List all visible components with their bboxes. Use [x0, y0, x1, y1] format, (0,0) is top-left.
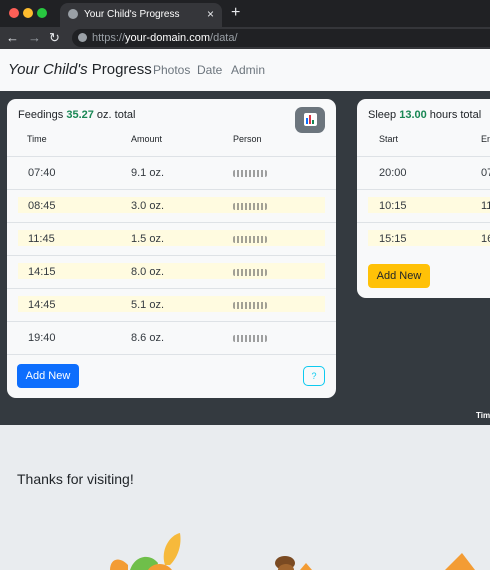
- url-host: your-domain.com: [125, 32, 211, 44]
- sleep-add-new-button[interactable]: Add New: [368, 264, 430, 288]
- leaf-orange-icon: [300, 563, 312, 570]
- new-tab-button[interactable]: +: [231, 4, 240, 22]
- dark-footer-text: Tim: [476, 411, 490, 420]
- sleep-header: Sleep 13.00 hours total: [368, 109, 481, 121]
- feedings-add-new-button[interactable]: Add New: [17, 364, 79, 388]
- table-row[interactable]: 15:15 16: [357, 222, 490, 256]
- end-cell: 11: [481, 200, 490, 212]
- start-cell: 15:15: [379, 233, 407, 245]
- table-row[interactable]: 07:40 9.1 oz.: [7, 156, 336, 190]
- address-bar-row: ← → ↻ https://your-domain.com/data/: [0, 27, 490, 49]
- time-cell: 14:15: [28, 266, 56, 278]
- table-row[interactable]: 11:45 1.5 oz.: [7, 222, 336, 256]
- browser-tab-bar: Your Child's Progress × +: [0, 0, 490, 27]
- chart-button[interactable]: [295, 107, 325, 133]
- browser-tab[interactable]: Your Child's Progress ×: [60, 3, 222, 27]
- amount-cell: 8.6 oz.: [131, 332, 165, 344]
- time-cell: 07:40: [28, 167, 56, 179]
- feedings-unit: oz. total: [96, 109, 136, 121]
- forward-icon[interactable]: →: [28, 30, 41, 45]
- start-cell: 10:15: [379, 200, 407, 212]
- amount-cell: 1.5 oz.: [131, 233, 165, 245]
- amount-cell: 9.1 oz.: [131, 167, 165, 179]
- person-signature: [233, 170, 267, 177]
- time-cell: 08:45: [28, 200, 56, 212]
- url-scheme: https://: [92, 32, 126, 44]
- sleep-unit: hours total: [429, 109, 482, 121]
- column-header-start: Start: [379, 134, 399, 144]
- table-row[interactable]: 14:45 5.1 oz.: [7, 288, 336, 322]
- amount-cell: 3.0 oz.: [131, 200, 165, 212]
- brand-rest: Progress: [87, 61, 152, 78]
- url-path: /data/: [210, 32, 238, 44]
- column-header-amount: Amount: [131, 134, 163, 144]
- chart-icon: [304, 113, 317, 126]
- brand-link[interactable]: Your Child's Progress: [8, 61, 152, 78]
- brand-italic: Your Child's: [8, 61, 88, 78]
- nav-link-date[interactable]: Date: [197, 63, 222, 77]
- reload-icon[interactable]: ↻: [49, 30, 60, 46]
- person-signature: [233, 335, 267, 342]
- column-header-end: En: [481, 134, 490, 144]
- leaf-orange-icon: [445, 553, 475, 570]
- feedings-card: Feedings 35.27 oz. total Time Amount Per…: [7, 99, 336, 398]
- minimize-window-dot[interactable]: [23, 8, 33, 18]
- amount-cell: 5.1 oz.: [131, 299, 165, 311]
- time-cell: 14:45: [28, 299, 56, 311]
- nav-link-admin[interactable]: Admin: [231, 63, 265, 77]
- feedings-total: 35.27: [66, 109, 94, 121]
- column-header-person: Person: [233, 134, 262, 144]
- back-icon[interactable]: ←: [6, 30, 19, 45]
- sleep-title: Sleep: [368, 109, 397, 121]
- dashboard-area: Feedings 35.27 oz. total Time Amount Per…: [0, 91, 490, 425]
- feedings-header: Feedings 35.27 oz. total: [18, 109, 135, 121]
- nav-link-photos[interactable]: Photos: [153, 63, 190, 77]
- leaf-yellow-icon: [163, 533, 181, 565]
- table-row[interactable]: 10:15 11: [357, 189, 490, 223]
- amount-cell: 8.0 oz.: [131, 266, 165, 278]
- tab-title: Your Child's Progress: [84, 9, 180, 20]
- table-bottom-border: [7, 354, 336, 355]
- leaf-orange-icon: [110, 559, 128, 570]
- thanks-message: Thanks for visiting!: [17, 471, 134, 487]
- feedings-title: Feedings: [18, 109, 64, 121]
- maximize-window-dot[interactable]: [37, 8, 47, 18]
- sleep-total: 13.00: [399, 109, 427, 121]
- url-field[interactable]: https://your-domain.com/data/: [72, 29, 490, 47]
- sleep-card: Sleep 13.00 hours total Start En 20:00 0…: [357, 99, 490, 298]
- autumn-leaves-illustration: [110, 533, 475, 570]
- close-window-dot[interactable]: [9, 8, 19, 18]
- site-info-icon[interactable]: [78, 33, 87, 42]
- table-row[interactable]: 14:15 8.0 oz.: [7, 255, 336, 289]
- table-row[interactable]: 19:40 8.6 oz.: [7, 321, 336, 355]
- person-signature: [233, 269, 267, 276]
- table-row[interactable]: 08:45 3.0 oz.: [7, 189, 336, 223]
- end-cell: 07: [481, 167, 490, 179]
- globe-icon: [68, 9, 78, 19]
- person-signature: [233, 203, 267, 210]
- column-header-time: Time: [27, 134, 47, 144]
- end-cell: 16: [481, 233, 490, 245]
- person-signature: [233, 236, 267, 243]
- table-row[interactable]: 20:00 07: [357, 156, 490, 190]
- start-cell: 20:00: [379, 167, 407, 179]
- person-signature: [233, 302, 267, 309]
- help-button[interactable]: ?: [303, 366, 325, 386]
- close-tab-icon[interactable]: ×: [207, 7, 214, 21]
- time-cell: 11:45: [28, 233, 55, 245]
- time-cell: 19:40: [28, 332, 56, 344]
- app-navbar: Your Child's Progress Photos Date Admin: [0, 49, 490, 92]
